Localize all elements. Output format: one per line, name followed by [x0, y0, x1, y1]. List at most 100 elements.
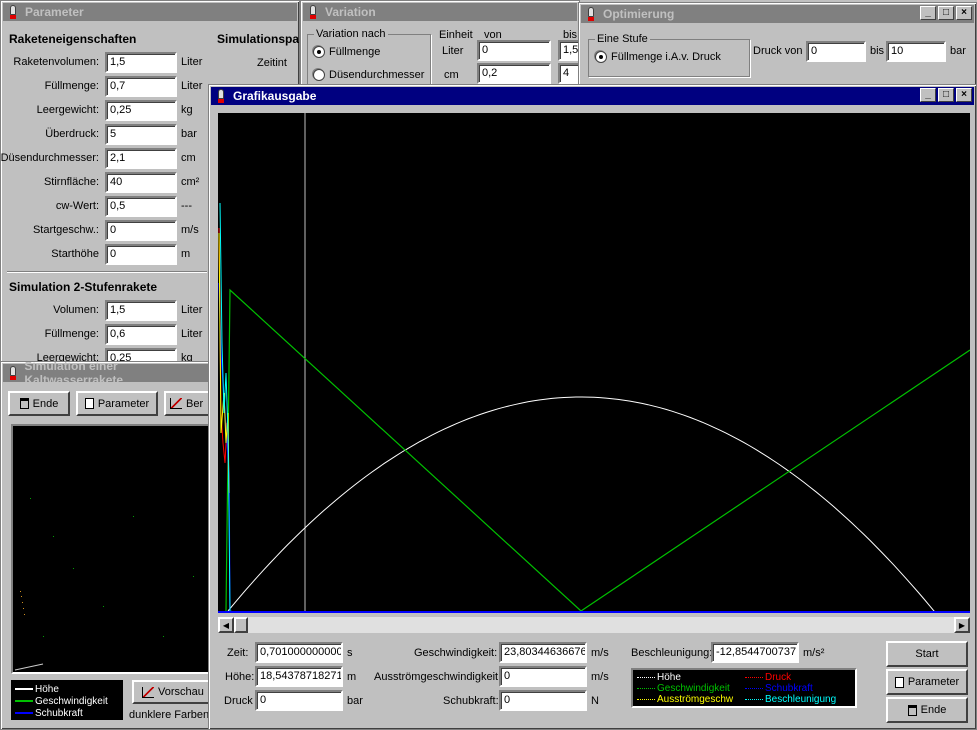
ausstroem-field[interactable]: 0 [499, 666, 587, 687]
vorschau-button[interactable]: Vorschau [132, 680, 211, 704]
param-row-input[interactable]: 0,5 [105, 196, 177, 217]
rocket-icon [307, 5, 319, 19]
close-button[interactable]: × [956, 6, 972, 20]
horizontal-scrollbar[interactable]: ◀ ▶ [218, 617, 970, 633]
optimierung-window: Optimierung _ □ × Eine Stufe Füllmenge i… [578, 2, 977, 86]
two-stage-row-unit: Liter [181, 304, 203, 316]
geschwindigkeit-field[interactable]: 23,80344636676 [499, 642, 587, 663]
sim-preview-plot [14, 498, 194, 671]
ausstroem-unit: m/s [591, 671, 609, 683]
grafik-titlebar[interactable]: Grafikausgabe _ □ × [211, 87, 974, 105]
plot-area [218, 113, 971, 652]
sim-ende-label: Ende [32, 397, 59, 410]
scroll-thumb[interactable] [234, 617, 248, 633]
simulation-titlebar[interactable]: Simulation einer Kaltwasserrakete [3, 362, 209, 387]
scroll-right-button[interactable]: ▶ [954, 617, 970, 633]
param-row-input[interactable]: 2,1 [105, 148, 177, 169]
rocket-icon [215, 89, 227, 103]
grafik-parameter-button[interactable]: Parameter [886, 669, 968, 695]
param-row-label: Füllmenge: [44, 80, 99, 92]
radio-fuellmenge-druck-label: Füllmenge i.A.v. Druck [611, 51, 721, 63]
document-icon [84, 398, 94, 409]
sim-ende-button[interactable]: Ende [8, 391, 70, 416]
variation-row2-unit: cm [444, 69, 459, 81]
grafik-ende-button[interactable]: Ende [886, 697, 968, 723]
hoehe-field[interactable]: 18,54378718271 [255, 666, 343, 687]
param-row-input[interactable]: 5 [105, 124, 177, 145]
variation-title: Variation [325, 5, 376, 19]
zeit-label: Zeit: [227, 647, 249, 659]
radio-duesendurchmesser-label: Düsendurchmesser [329, 69, 425, 81]
param-row-unit: cm [181, 152, 196, 164]
minimize-button[interactable]: _ [920, 88, 936, 102]
variation-row1-to[interactable]: 1,5 [558, 40, 579, 61]
radio-duesendurchmesser[interactable] [313, 69, 325, 81]
druck-label: Druck [224, 695, 253, 707]
variation-row2-from[interactable]: 0,2 [477, 63, 551, 84]
zeit-field[interactable]: 0,701000000000 [255, 642, 343, 663]
param-row-label: Überdruck: [45, 128, 99, 140]
variation-titlebar[interactable]: Variation [303, 3, 577, 21]
druck-unit: bar [347, 695, 363, 707]
dunklere-farben-label: dunklere Farben [129, 709, 210, 721]
bis-input[interactable]: 10 [886, 41, 946, 62]
plot-svg [218, 113, 971, 652]
two-stage-row-input[interactable]: 1,5 [105, 300, 177, 321]
bar-unit: bar [950, 45, 966, 57]
sim-parameter-button[interactable]: Parameter [76, 391, 158, 416]
schubkraft-unit: N [591, 695, 599, 707]
sim-legend: Höhe Geschwindigkeit Schubkraft [11, 680, 123, 720]
bis-label: bis [870, 45, 885, 57]
druck-von-input[interactable]: 0 [806, 41, 866, 62]
variation-row2-to[interactable]: 4 [558, 63, 579, 84]
legend-geschwindigkeit: Geschwindigkeit [637, 683, 730, 694]
param-row-label: Stirnfläche: [43, 176, 99, 188]
hoehe-label: Höhe: [225, 671, 255, 683]
schubkraft-label: Schubkraft: [443, 695, 499, 707]
simulation-params-heading: Simulationspar [217, 32, 300, 46]
param-row-input[interactable]: 1,5 [105, 52, 177, 73]
maximize-button[interactable]: □ [938, 6, 954, 20]
hoehe-unit: m [347, 671, 357, 683]
zeit-label: Zeitint [257, 57, 287, 69]
variation-row1-from[interactable]: 0 [477, 40, 551, 61]
param-row-input[interactable]: 0,25 [105, 100, 177, 121]
radio-fuellmenge[interactable] [313, 46, 325, 58]
variation-row1-unit: Liter [442, 45, 464, 57]
variation-group-label: Variation nach [314, 28, 388, 40]
scroll-left-button[interactable]: ◀ [218, 617, 234, 633]
param-row-label: Starthöhe [51, 248, 99, 260]
trash-icon [19, 398, 29, 409]
param-row-input[interactable]: 0 [105, 244, 177, 265]
maximize-button[interactable]: □ [938, 88, 954, 102]
param-row-input[interactable]: 40 [105, 172, 177, 193]
param-separator [7, 271, 207, 273]
param-row-label: Startgeschw.: [32, 224, 99, 236]
two-stage-row-input[interactable]: 0,6 [105, 324, 177, 345]
schubkraft-field[interactable]: 0 [499, 690, 587, 711]
param-row-unit: m/s [181, 224, 199, 236]
simulation-window: Simulation einer Kaltwasserrakete Ende P… [0, 361, 212, 730]
hoehe-curve [227, 396, 967, 652]
param-row-input[interactable]: 0 [105, 220, 177, 241]
optimierung-titlebar[interactable]: Optimierung _ □ × [581, 5, 974, 23]
chart-icon [170, 398, 182, 409]
start-button[interactable]: Start [886, 641, 968, 667]
sim-ber-button[interactable]: Ber [164, 391, 211, 416]
close-button[interactable]: × [956, 88, 972, 102]
param-row-label: cw-Wert: [55, 200, 99, 212]
beschleunigung-field[interactable]: -12,8544700737 [711, 642, 799, 663]
legend-druck: Druck [745, 672, 791, 683]
legend-ausstroemgeschw: Ausströmgeschw [637, 694, 733, 705]
param-row-input[interactable]: 0,7 [105, 76, 177, 97]
param-row-unit: Liter [181, 80, 203, 92]
sim-legend-schub: Schubkraft [15, 708, 83, 719]
druck-field[interactable]: 0 [255, 690, 343, 711]
parameter-titlebar[interactable]: Parameter [3, 3, 297, 21]
minimize-button[interactable]: _ [920, 6, 936, 20]
radio-fuellmenge-druck[interactable] [595, 51, 607, 63]
two-stage-row-label: Volumen: [53, 304, 99, 316]
legend-beschleunigung: Beschleunigung [745, 694, 836, 705]
grafik-window: Grafikausgabe _ □ × ◀ ▶ Zeit: 0,70100000… [208, 84, 977, 730]
rocket-icon [7, 366, 18, 380]
